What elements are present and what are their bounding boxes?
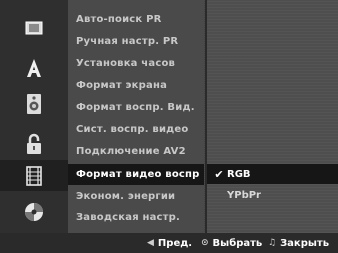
disc-tray-icon — [25, 21, 43, 34]
checkmark-icon: ✔ — [214, 167, 224, 181]
footer-hint-bar: ◀ Пред. ⊙ Выбрать ♫ Закрыть — [0, 233, 338, 253]
category-audio[interactable] — [0, 88, 68, 119]
select-hint[interactable]: ⊙ Выбрать — [201, 233, 262, 253]
speaker-audio-icon — [27, 93, 41, 114]
disc-icon — [25, 202, 43, 221]
prev-hint[interactable]: ◀ Пред. — [147, 233, 192, 253]
select-label: Выбрать — [212, 237, 263, 249]
option-label: YPbPr — [227, 189, 261, 201]
settings-menu: Авто-поиск PR Ручная настр. PR Установка… — [68, 0, 204, 233]
menu-item-playback-mode[interactable]: Формат воспр. Вид. — [68, 97, 204, 118]
return-icon: ♫ — [268, 238, 277, 248]
option-label: RGB — [227, 168, 251, 180]
language-a-icon — [27, 58, 41, 77]
menu-item-factory-reset[interactable]: Заводская настр. — [68, 207, 204, 228]
option-rgb[interactable]: ✔ RGB — [207, 164, 338, 184]
category-disc-tray[interactable] — [0, 12, 68, 43]
enter-button-icon: ⊙ — [201, 238, 209, 248]
category-video[interactable] — [0, 160, 68, 191]
menu-item-video-system[interactable]: Сист. воспр. видео — [68, 119, 204, 140]
film-icon — [26, 165, 42, 186]
menu-item-av2-connection[interactable]: Подключение AV2 — [68, 141, 204, 162]
category-language[interactable] — [0, 52, 68, 83]
video-output-format-submenu: ✔ RGB YPbPr — [205, 0, 338, 233]
category-disc[interactable] — [0, 196, 68, 227]
category-lock[interactable] — [0, 128, 68, 159]
menu-item-manual-tune[interactable]: Ручная настр. PR — [68, 31, 204, 52]
close-hint[interactable]: ♫ Закрыть — [268, 233, 329, 253]
menu-item-video-output-format[interactable]: Формат видео воспр — [68, 164, 204, 185]
padlock-icon — [27, 133, 41, 154]
menu-item-clock-set[interactable]: Установка часов — [68, 53, 204, 74]
menu-item-power-save[interactable]: Эконом. энергии — [68, 186, 204, 207]
menu-item-screen-format[interactable]: Формат экрана — [68, 75, 204, 96]
category-icon-column — [0, 0, 68, 233]
left-arrow-icon: ◀ — [147, 238, 154, 248]
prev-label: Пред. — [157, 237, 193, 249]
menu-item-auto-search[interactable]: Авто-поиск PR — [68, 9, 204, 30]
option-ypbpr[interactable]: YPbPr — [207, 185, 338, 205]
close-label: Закрыть — [280, 237, 330, 249]
setup-menu-screen: Авто-поиск PR Ручная настр. PR Установка… — [0, 0, 338, 253]
